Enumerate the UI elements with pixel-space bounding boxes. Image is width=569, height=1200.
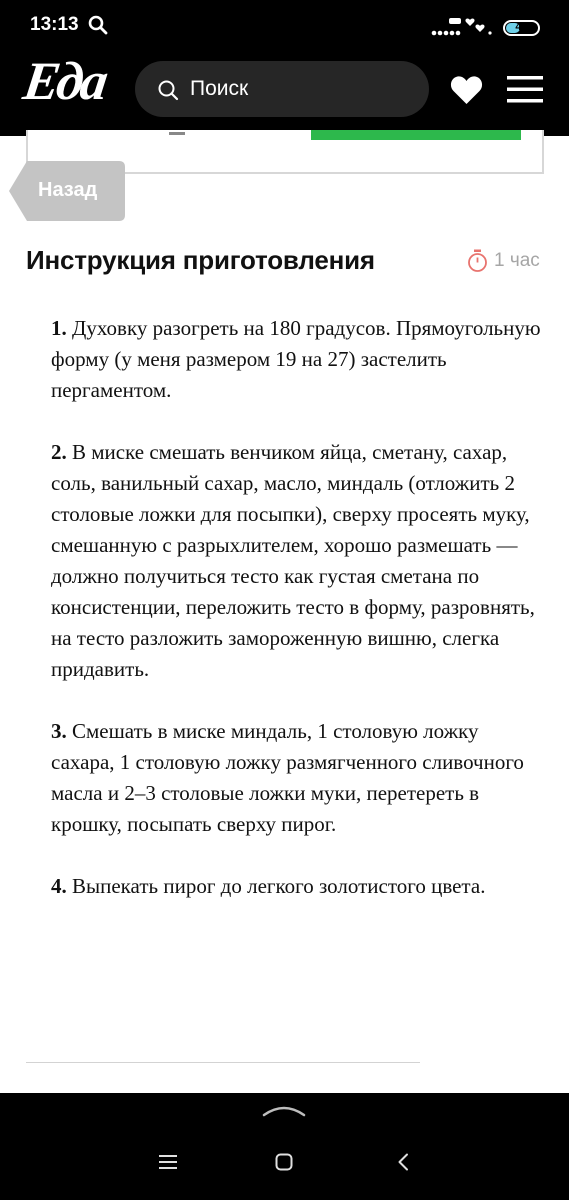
back-icon[interactable] <box>397 1153 409 1171</box>
recent-apps-icon[interactable] <box>159 1154 177 1170</box>
step-item: 2. В миске смешать венчиком яйца, сметан… <box>51 437 541 685</box>
section-title: Инструкция приготовления <box>26 245 375 275</box>
step-text: Духовку разогреть на 180 градусов. Прямо… <box>51 316 541 402</box>
search-placeholder: Поиск <box>190 77 249 100</box>
system-nav-bar <box>0 1093 569 1200</box>
back-button-label: Назад <box>38 179 98 201</box>
instruction-steps: 1. Духовку разогреть на 180 градусов. Пр… <box>51 313 541 933</box>
status-bar: 13:13 49 <box>0 0 569 44</box>
home-icon[interactable] <box>275 1153 293 1171</box>
signal-icon <box>431 18 492 36</box>
step-item: 3. Смешать в миске миндаль, 1 столовую л… <box>51 716 541 840</box>
search-icon <box>88 15 108 35</box>
step-number: 1. <box>51 316 67 340</box>
step-number: 3. <box>51 719 67 743</box>
search-input[interactable]: Поиск <box>135 61 429 117</box>
battery-icon: 49 <box>503 20 540 36</box>
green-button-remnant[interactable] <box>311 130 521 140</box>
search-icon <box>158 80 179 101</box>
chevron-up-icon[interactable] <box>262 1103 306 1117</box>
menu-icon[interactable] <box>507 76 543 103</box>
step-text: Выпекать пирог до легкого золотистого цв… <box>72 874 486 898</box>
step-number: 4. <box>51 874 67 898</box>
heart-icon[interactable] <box>450 75 483 105</box>
app-header: Еда Поиск <box>0 44 569 136</box>
step-number: 2. <box>51 440 67 464</box>
stopwatch-icon <box>468 249 487 272</box>
divider <box>26 1062 420 1063</box>
step-item: 1. Духовку разогреть на 180 градусов. Пр… <box>51 313 541 406</box>
text-remnant <box>169 132 185 135</box>
step-text: Смешать в миске миндаль, 1 столовую ложк… <box>51 719 524 836</box>
step-text: В миске смешать венчиком яйца, сметану, … <box>51 440 535 681</box>
battery-level: 49 <box>515 21 528 33</box>
site-logo[interactable]: Еда <box>20 50 110 112</box>
back-button[interactable]: Назад <box>9 161 125 221</box>
step-item: 4. Выпекать пирог до легкого золотистого… <box>51 871 541 902</box>
cook-time-label: 1 час <box>494 250 540 271</box>
status-time: 13:13 <box>30 14 79 35</box>
